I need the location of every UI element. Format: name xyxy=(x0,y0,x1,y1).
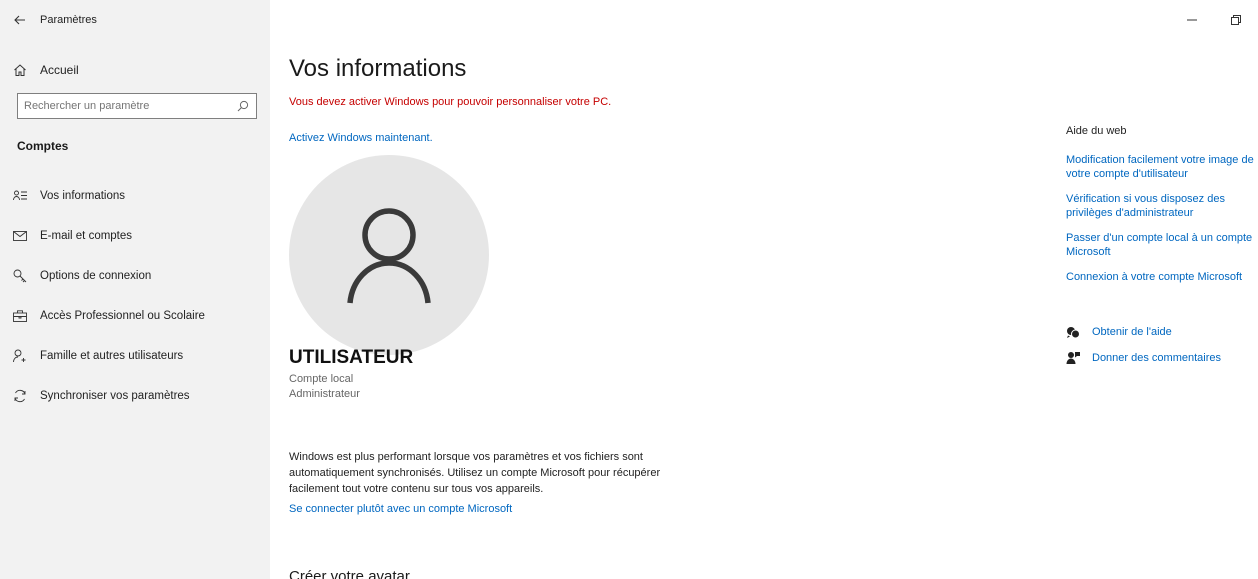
search-input[interactable] xyxy=(24,100,236,112)
help-links: Modification facilement votre image de v… xyxy=(1066,153,1258,295)
create-avatar-heading: Créer votre avatar xyxy=(289,568,410,579)
avatar xyxy=(289,155,489,355)
page-title: Vos informations xyxy=(289,55,467,82)
restore-icon xyxy=(1231,15,1241,25)
user-avatar-icon xyxy=(347,208,431,304)
home-label: Accueil xyxy=(40,63,79,77)
minimize-icon xyxy=(1187,19,1197,21)
section-title: Comptes xyxy=(17,139,69,153)
restore-button[interactable] xyxy=(1214,0,1258,40)
search-box[interactable] xyxy=(17,93,257,119)
minimize-button[interactable] xyxy=(1170,0,1214,40)
get-help-label: Obtenir de l'aide xyxy=(1092,326,1172,338)
home-icon xyxy=(0,63,40,77)
feedback-label: Donner des commentaires xyxy=(1092,352,1222,364)
briefcase-icon xyxy=(0,310,40,322)
sync-description: Windows est plus performant lorsque vos … xyxy=(289,451,661,495)
feedback-link[interactable]: Donner des commentaires xyxy=(1066,349,1221,367)
chat-help-icon xyxy=(1066,326,1092,339)
nav-item-label: Options de connexion xyxy=(40,270,152,282)
sync-icon xyxy=(0,389,40,403)
search-icon[interactable] xyxy=(236,99,250,113)
account-role: Administrateur xyxy=(289,388,360,400)
nav-item-label: Accès Professionnel ou Scolaire xyxy=(40,310,205,322)
mail-icon xyxy=(0,231,40,241)
home-link[interactable]: Accueil xyxy=(0,55,270,85)
activation-warning: Vous devez activer Windows pour pouvoir … xyxy=(289,96,612,108)
sidebar: Paramètres Accueil Comptes Vos informati… xyxy=(0,0,270,579)
help-link-switch-account[interactable]: Passer d'un compte local à un compte Mic… xyxy=(1066,231,1258,259)
nav-item-vos-informations[interactable]: Vos informations xyxy=(0,176,270,216)
app-title: Paramètres xyxy=(40,14,97,26)
nav-item-famille[interactable]: Famille et autres utilisateurs xyxy=(0,336,270,376)
nav-item-label: Synchroniser vos paramètres xyxy=(40,390,190,402)
nav-list: Vos informations E-mail et comptes Optio… xyxy=(0,176,270,416)
nav-item-connexion[interactable]: Options de connexion xyxy=(0,256,270,296)
nav-item-email[interactable]: E-mail et comptes xyxy=(0,216,270,256)
activate-windows-link[interactable]: Activez Windows maintenant. xyxy=(289,132,433,144)
nav-item-sync[interactable]: Synchroniser vos paramètres xyxy=(0,376,270,416)
nav-item-label: E-mail et comptes xyxy=(40,230,133,242)
help-link-signin[interactable]: Connexion à votre compte Microsoft xyxy=(1066,270,1258,284)
account-type: Compte local xyxy=(289,373,354,385)
help-link-admin[interactable]: Vérification si vous disposez des privil… xyxy=(1066,192,1258,220)
person-list-icon xyxy=(0,190,40,202)
feedback-icon xyxy=(1066,351,1092,365)
user-name: UTILISATEUR xyxy=(289,347,414,368)
help-title: Aide du web xyxy=(1066,125,1127,137)
title-bar: Paramètres xyxy=(0,0,270,40)
nav-item-acces-pro[interactable]: Accès Professionnel ou Scolaire xyxy=(0,296,270,336)
nav-item-label: Famille et autres utilisateurs xyxy=(40,350,184,362)
help-link-picture[interactable]: Modification facilement votre image de v… xyxy=(1066,153,1258,181)
microsoft-account-link[interactable]: Se connecter plutôt avec un compte Micro… xyxy=(289,503,512,515)
key-icon xyxy=(0,269,40,283)
back-button[interactable] xyxy=(0,0,40,40)
nav-item-label: Vos informations xyxy=(40,190,126,202)
get-help-link[interactable]: Obtenir de l'aide xyxy=(1066,323,1172,341)
back-arrow-icon xyxy=(14,15,25,25)
person-add-icon xyxy=(0,349,40,363)
window-controls xyxy=(1170,0,1258,40)
